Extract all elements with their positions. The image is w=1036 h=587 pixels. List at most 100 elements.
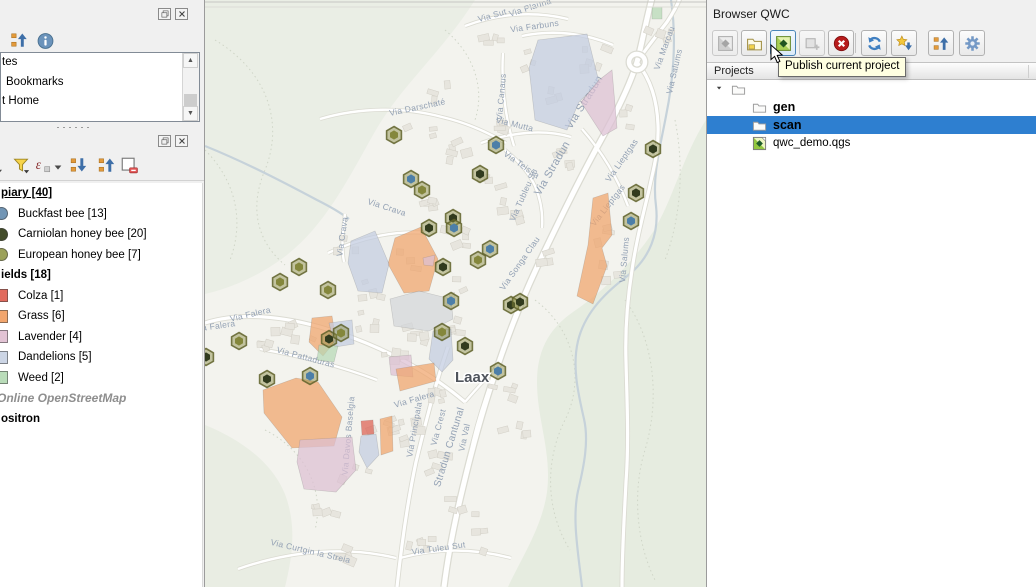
publish-project-disabled-button[interactable] xyxy=(712,30,738,56)
collapse-all-button[interactable] xyxy=(10,31,29,49)
close-icon xyxy=(177,136,187,146)
legend-layer-item[interactable]: Lavender [4] xyxy=(0,327,202,348)
layer-swatch-circle xyxy=(0,248,8,261)
folder-icon xyxy=(752,118,767,133)
tree-item-root[interactable] xyxy=(707,80,1036,98)
apiary-marker-buckfast xyxy=(444,293,459,310)
browser-panel-close-button[interactable] xyxy=(175,8,188,20)
collapse-all-button[interactable] xyxy=(98,156,116,174)
collapse-all-button[interactable] xyxy=(928,30,954,56)
svg-text:ε: ε xyxy=(36,157,42,172)
browser-item[interactable]: tes xyxy=(1,53,199,73)
folder-icon xyxy=(731,82,746,97)
tree-item-qwc_demo-qgs[interactable]: qwc_demo.qgs xyxy=(707,134,1036,152)
expression-filter-icon: ε xyxy=(34,156,52,174)
apiary-marker-carniolan xyxy=(473,166,488,183)
new-folder-button[interactable] xyxy=(741,30,767,56)
divider xyxy=(0,180,204,181)
filter-icon xyxy=(12,156,30,174)
apiary-marker-european xyxy=(415,182,430,199)
browser-item[interactable]: t Home xyxy=(1,92,199,112)
browser-list: tesBookmarkst Home ▲ ▼ xyxy=(0,52,200,122)
panel-splitter[interactable] xyxy=(0,124,204,130)
apiary-marker-buckfast xyxy=(489,137,504,154)
legend-layer-item[interactable]: Colza [1] xyxy=(0,286,202,307)
legend-label: European honey bee [7] xyxy=(18,249,141,261)
close-icon xyxy=(177,9,187,19)
legend-label: Buckfast bee [13] xyxy=(18,208,107,220)
qwc-browser-panel: Browser QWC Projects genscanqwc_demo.qgs… xyxy=(707,0,1036,587)
legend-layer-item[interactable]: Buckfast bee [13] xyxy=(0,204,202,225)
scroll-up-icon[interactable]: ▲ xyxy=(183,53,198,68)
float-icon xyxy=(160,9,170,19)
legend-label: piary [40] xyxy=(1,187,52,199)
browser-item[interactable]: Bookmarks xyxy=(1,73,199,93)
apiary-marker-european xyxy=(334,325,349,342)
apiary-marker-carniolan xyxy=(646,141,661,158)
tree-item-scan[interactable]: scan xyxy=(707,116,1036,134)
settings-button[interactable] xyxy=(959,30,985,56)
tree-item-label: qwc_demo.qgs xyxy=(773,134,850,152)
info-button[interactable] xyxy=(36,32,55,50)
expander-down-icon xyxy=(716,85,725,94)
expression-filter-button[interactable]: ε xyxy=(34,156,52,174)
legend-label: Online OpenStreetMap xyxy=(0,391,126,405)
application-window: tesBookmarkst Home ▲ ▼ ε piary [40] Buckf… xyxy=(0,0,1036,587)
mouse-cursor xyxy=(770,44,784,64)
collapse-all-icon xyxy=(933,35,950,52)
remove-layer-icon xyxy=(120,156,138,174)
layers-legend: piary [40] Buckfast bee [13] Carniolan hon… xyxy=(0,183,203,587)
legend-layer-item[interactable]: European honey bee [7] xyxy=(0,245,202,266)
layers-panel-float-button[interactable] xyxy=(158,135,171,147)
apiary-marker-carniolan xyxy=(436,259,451,276)
legend-layer-item[interactable]: Weed [2] xyxy=(0,368,202,389)
apiary-marker-carniolan xyxy=(260,371,275,388)
tooltip: Publish current project xyxy=(778,57,906,77)
map-rendering: Via SutVia PlaunaVia FarbunsVia Darschat… xyxy=(205,0,706,587)
apiary-marker-carniolan xyxy=(513,294,528,311)
refresh-button[interactable] xyxy=(861,30,887,56)
legend-layer-item[interactable]: Dandelions [5] xyxy=(0,347,202,368)
browser-panel-float-button[interactable] xyxy=(158,8,171,20)
dropdown-partial-button[interactable] xyxy=(0,162,8,180)
browser-list-scrollbar[interactable]: ▲ ▼ xyxy=(182,53,199,121)
dropdown-button[interactable] xyxy=(52,158,64,176)
legend-group-item[interactable]: ields [18] xyxy=(0,265,202,286)
layers-panel-close-button[interactable] xyxy=(175,135,188,147)
layer-swatch-rect xyxy=(0,351,8,364)
qwc-toolbar xyxy=(707,30,1036,58)
apiary-marker-european xyxy=(321,282,336,299)
legend-group-item[interactable]: piary [40] xyxy=(0,183,202,204)
tree-item-gen[interactable]: gen xyxy=(707,98,1036,116)
delete-project-button[interactable] xyxy=(828,30,854,56)
remove-layer-button[interactable] xyxy=(120,156,138,174)
projects-tree: genscanqwc_demo.qgs xyxy=(707,80,1036,587)
qgis-project-icon xyxy=(752,136,767,151)
scroll-down-icon[interactable]: ▼ xyxy=(183,106,198,121)
expand-all-button[interactable] xyxy=(70,156,88,174)
legend-group-item[interactable]: ositron xyxy=(0,409,202,430)
legend-label: Dandelions [5] xyxy=(18,351,92,363)
map-canvas[interactable]: Via SutVia PlaunaVia FarbunsVia Darschat… xyxy=(204,0,707,587)
legend-label: Lavender [4] xyxy=(18,331,82,343)
legend-group-item[interactable]: Online OpenStreetMap xyxy=(0,388,202,409)
apiary-marker-carniolan xyxy=(629,185,644,202)
dropdown-icon xyxy=(52,158,64,176)
toolbar-separator xyxy=(855,33,856,53)
legend-layer-item[interactable]: Carniolan honey bee [20] xyxy=(0,224,202,245)
layer-swatch-circle xyxy=(0,207,8,220)
apiary-marker-european xyxy=(387,127,402,144)
refresh-icon xyxy=(866,35,883,52)
column-divider xyxy=(1028,65,1029,78)
layer-swatch-rect xyxy=(0,289,8,302)
tree-item-label: gen xyxy=(773,98,795,116)
legend-layer-item[interactable]: Grass [6] xyxy=(0,306,202,327)
apiary-marker-buckfast xyxy=(447,220,462,237)
expand-favorites-button[interactable] xyxy=(891,30,917,56)
publish-disabled-icon xyxy=(717,35,734,52)
add-project-disabled-button[interactable] xyxy=(799,30,825,56)
filter-button[interactable] xyxy=(12,156,30,174)
new-folder-icon xyxy=(746,35,763,52)
apiary-marker-european xyxy=(292,259,307,276)
legend-label: Colza [1] xyxy=(18,290,63,302)
